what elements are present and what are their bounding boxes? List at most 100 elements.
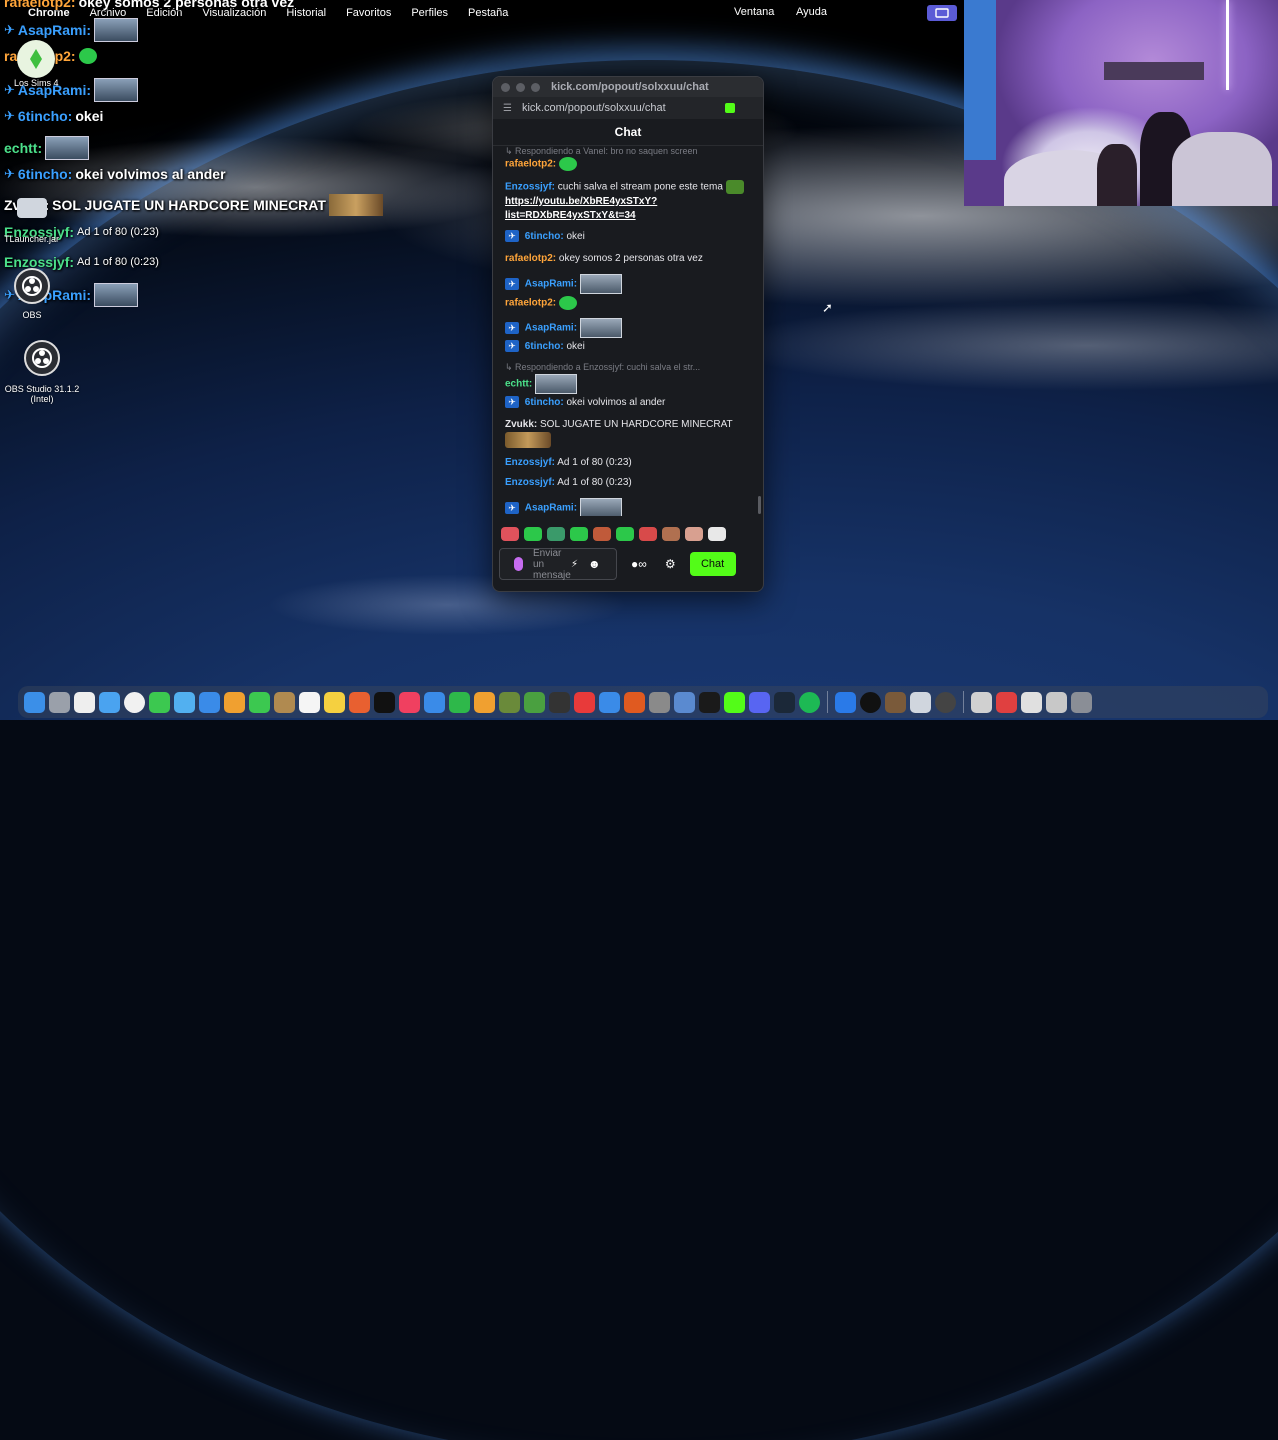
chat-username[interactable]: AsapRami: xyxy=(525,279,577,290)
folder-icon[interactable] xyxy=(1046,691,1067,713)
app-store-icon[interactable] xyxy=(599,691,620,713)
chat-username[interactable]: Enzossjyf: xyxy=(505,182,555,193)
minimize-window-button[interactable] xyxy=(516,82,525,92)
chat-reply-context[interactable]: ↳ Respondiendo a Enzossjyf: cuchi salva … xyxy=(505,360,745,375)
tv-icon[interactable] xyxy=(374,691,395,713)
news-icon[interactable] xyxy=(574,691,595,713)
overlay-image xyxy=(45,136,90,160)
desktop-icon-obs-studio[interactable]: OBS Studio 31.1.2 (Intel) xyxy=(0,340,84,404)
emote-button[interactable] xyxy=(501,527,519,541)
points-icon[interactable]: ●∞ xyxy=(631,557,647,571)
document-icon[interactable] xyxy=(1021,691,1042,713)
minecraft-launcher-icon[interactable] xyxy=(499,691,520,713)
firefox-icon[interactable] xyxy=(624,691,645,713)
notes-icon[interactable] xyxy=(324,691,345,713)
disk-utility-icon[interactable] xyxy=(910,691,931,713)
menu-ventana[interactable]: Ventana xyxy=(734,6,774,18)
emote-button[interactable] xyxy=(639,527,657,541)
menu-favoritos[interactable]: Favoritos xyxy=(346,7,391,19)
emote-button[interactable] xyxy=(708,527,726,541)
trash-icon[interactable] xyxy=(1071,691,1092,713)
menu-perfiles[interactable]: Perfiles xyxy=(411,7,448,19)
chat-settings-gear-icon[interactable]: ⚙ xyxy=(665,557,676,571)
chat-username[interactable]: Zvukk: xyxy=(505,419,537,430)
screen-share-icon[interactable] xyxy=(927,5,957,21)
emote-button[interactable] xyxy=(524,527,542,541)
discord-icon[interactable] xyxy=(749,691,770,713)
emote-button[interactable] xyxy=(570,527,588,541)
pages-icon[interactable] xyxy=(474,691,495,713)
steam-icon[interactable] xyxy=(774,691,795,713)
obs-dock-icon[interactable] xyxy=(935,691,956,713)
reminders-icon[interactable] xyxy=(299,691,320,713)
chat-username[interactable]: AsapRami: xyxy=(525,323,577,334)
downloads-folder-icon[interactable] xyxy=(971,691,992,713)
chat-username[interactable]: 6tincho: xyxy=(525,397,564,408)
pdf-document-icon[interactable] xyxy=(996,691,1017,713)
emote-button[interactable] xyxy=(616,527,634,541)
chat-username[interactable]: rafaelotp2: xyxy=(505,298,556,309)
chat-username[interactable]: echtt: xyxy=(505,379,532,390)
capcut-icon[interactable] xyxy=(699,691,720,713)
photos-icon[interactable] xyxy=(224,691,245,713)
mail-icon[interactable] xyxy=(199,691,220,713)
emote-button[interactable] xyxy=(593,527,611,541)
microphone-icon[interactable] xyxy=(514,557,523,571)
chat-message-input[interactable]: Enviar un mensaje ⚡ ☻ xyxy=(499,548,617,581)
finder-icon[interactable] xyxy=(24,691,45,713)
desktop-icon-tlauncher[interactable]: TLauncher.jar xyxy=(4,198,59,244)
chat-message: Zvukk: SOL JUGATE UN HARDCORE MINECRAT xyxy=(505,418,745,448)
url-text[interactable]: kick.com/popout/solxxuu/chat xyxy=(522,102,666,114)
chat-input-placeholder[interactable]: Enviar un mensaje xyxy=(533,548,571,581)
site-settings-icon[interactable]: ☰ xyxy=(503,103,512,114)
spotify-icon[interactable] xyxy=(799,691,820,713)
system-settings-icon[interactable] xyxy=(649,691,670,713)
zoom-window-button[interactable] xyxy=(531,82,540,92)
emote-button[interactable] xyxy=(547,527,565,541)
kick-extension-icon[interactable] xyxy=(725,103,735,113)
desktop-icon-obs[interactable]: OBS xyxy=(14,268,50,320)
music-icon[interactable] xyxy=(399,691,420,713)
close-window-button[interactable] xyxy=(501,82,510,92)
chat-messages[interactable]: ↳ Respondiendo a Vanel: bro no saquen sc… xyxy=(493,146,763,516)
minecraft-icon[interactable] xyxy=(524,691,545,713)
send-chat-button[interactable]: Chat xyxy=(689,552,736,576)
green-emote xyxy=(78,48,97,64)
emote-button[interactable] xyxy=(662,527,680,541)
chat-username[interactable]: rafaelotp2: xyxy=(505,253,556,264)
chat-scrollbar[interactable] xyxy=(758,496,761,514)
chat-username[interactable]: Enzossjyf: xyxy=(505,457,555,468)
chat-username[interactable]: 6tincho: xyxy=(525,231,564,242)
facetime-icon[interactable] xyxy=(249,691,270,713)
contacts-icon[interactable] xyxy=(274,691,295,713)
overlay-username: AsapRami: xyxy=(17,22,92,38)
address-bar[interactable]: ☰ kick.com/popout/solxxuu/chat xyxy=(493,97,763,119)
chrome-icon[interactable] xyxy=(124,691,145,713)
desktop-icon-sims[interactable]: Los Sims 4 xyxy=(14,40,59,88)
ea-icon[interactable] xyxy=(860,691,881,713)
bot-commands-icon[interactable]: ⚡ xyxy=(571,559,578,570)
chat-username[interactable]: Enzossjyf: xyxy=(505,477,555,488)
launchpad-icon[interactable] xyxy=(49,691,70,713)
chat-link[interactable]: https://youtu.be/XbRE4yxSTxY?list=RDXbRE… xyxy=(505,196,657,221)
chat-username[interactable]: AsapRami: xyxy=(525,503,577,514)
window-titlebar[interactable]: kick.com/popout/solxxuu/chat xyxy=(493,77,763,97)
freeform-icon[interactable] xyxy=(349,691,370,713)
messages-icon[interactable] xyxy=(149,691,170,713)
calendar-icon[interactable] xyxy=(74,691,95,713)
maps-icon[interactable] xyxy=(174,691,195,713)
bluetooth-icon[interactable] xyxy=(835,691,856,713)
itunes-icon[interactable] xyxy=(549,691,570,713)
kick-icon[interactable] xyxy=(724,691,745,713)
chat-username[interactable]: 6tincho: xyxy=(525,341,564,352)
emoji-picker-icon[interactable]: ☻ xyxy=(588,557,601,571)
chat-username[interactable]: rafaelotp2: xyxy=(505,159,556,170)
minecraft-block-icon[interactable] xyxy=(885,691,906,713)
safari-icon[interactable] xyxy=(99,691,120,713)
menu-ayuda[interactable]: Ayuda xyxy=(796,6,827,18)
emote-button[interactable] xyxy=(685,527,703,541)
menu-pestana[interactable]: Pestaña xyxy=(468,7,508,19)
numbers-icon[interactable] xyxy=(449,691,470,713)
keynote-icon[interactable] xyxy=(424,691,445,713)
preview-icon[interactable] xyxy=(674,691,695,713)
